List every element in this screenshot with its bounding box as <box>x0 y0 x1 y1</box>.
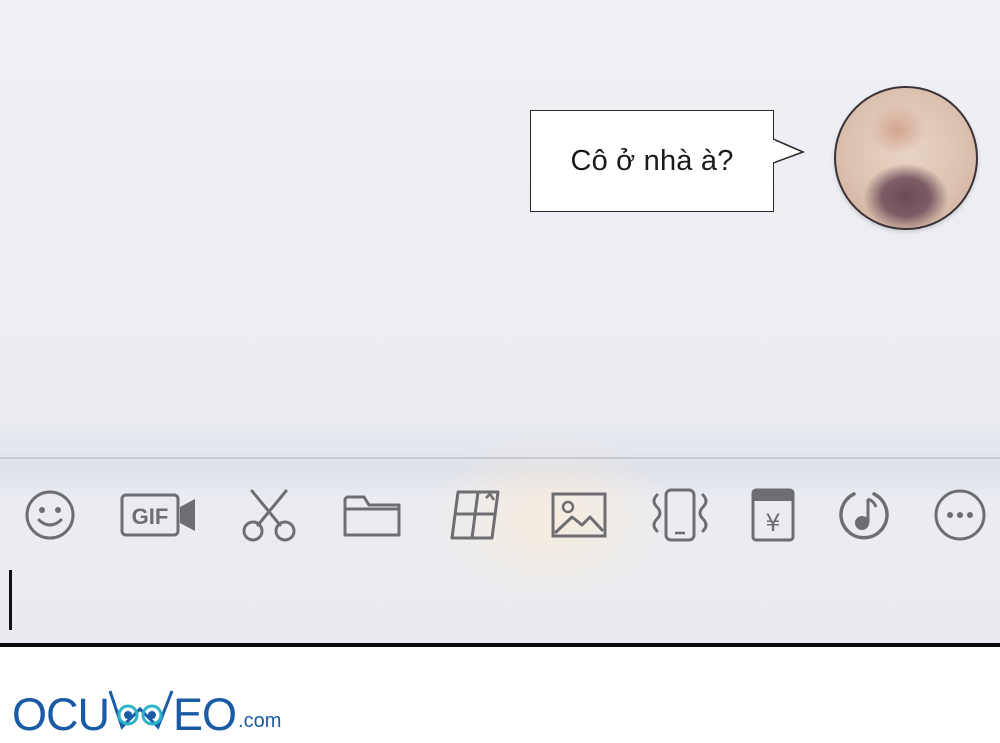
vibrate-phone-icon[interactable] <box>648 480 712 550</box>
logo-suffix: .com <box>238 710 282 732</box>
sticker-icon[interactable] <box>448 480 508 550</box>
logo-text-end: EO <box>173 689 237 740</box>
more-icon[interactable] <box>932 480 988 550</box>
text-cursor <box>9 570 12 630</box>
logo-text-start: OCU <box>12 689 110 740</box>
smiley-icon[interactable] <box>22 480 78 550</box>
site-logo[interactable]: OCU EO .com <box>12 667 281 737</box>
gif-video-icon[interactable]: GIF <box>120 480 198 550</box>
gif-label: GIF <box>132 504 169 529</box>
red-packet-symbol: ¥ <box>765 509 780 537</box>
red-packet-icon[interactable]: ¥ <box>750 480 796 550</box>
avatar[interactable] <box>834 86 978 230</box>
music-icon[interactable] <box>836 480 892 550</box>
chat-area: Cô ở nhà à? GIF ¥ <box>0 0 1000 645</box>
image-icon[interactable] <box>550 480 608 550</box>
footer: OCU EO .com <box>0 647 1000 743</box>
owl-eyes-icon <box>108 690 174 730</box>
input-toolbar: GIF ¥ <box>0 480 1000 550</box>
message-input[interactable] <box>0 555 1000 643</box>
message-bubble: Cô ở nhà à? <box>530 110 774 212</box>
folder-icon[interactable] <box>342 480 402 550</box>
bubble-tail <box>773 138 805 164</box>
toolbar-divider <box>0 457 1000 459</box>
message-text: Cô ở nhà à? <box>570 144 734 177</box>
scissors-icon[interactable] <box>238 480 300 550</box>
